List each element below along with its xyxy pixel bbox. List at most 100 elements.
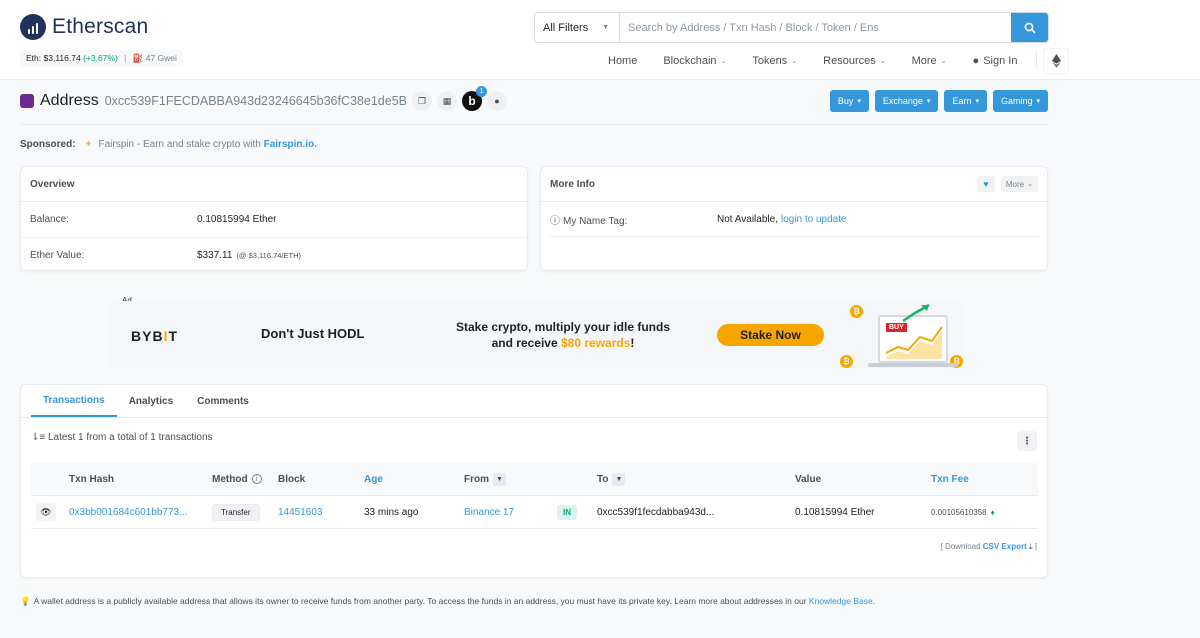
chevron-down-icon: ▾ <box>975 98 979 105</box>
etherscan-logo[interactable]: Etherscan <box>20 14 148 40</box>
table-header: Txn Hash Method i Block Age From ▼ To ▼ Val… <box>31 463 1038 496</box>
tab-analytics[interactable]: Analytics <box>117 385 185 417</box>
to-address: 0xcc539f1fecdabba943d... <box>597 506 715 518</box>
gaming-button[interactable]: Gaming ▾ <box>992 90 1048 112</box>
txn-hash-link[interactable]: 0x3bb001684c601bb773... <box>69 507 187 518</box>
chevron-down-icon: ⌄ <box>791 58 798 65</box>
chevron-down-icon: ▾ <box>857 98 861 105</box>
name-tag-row: ⓘ My Name Tag: Not Available, login to up… <box>549 202 1039 237</box>
chevron-down-icon: ⌄ <box>940 58 947 65</box>
logo-icon <box>20 14 46 40</box>
nav-divider <box>1036 52 1038 70</box>
overview-title: Overview <box>21 167 527 202</box>
laptop-base <box>868 363 958 367</box>
more-info-title: More Info <box>550 178 595 190</box>
address-header: Address 0xcc539F1FECDABBA943d23246645b36… <box>20 86 508 113</box>
search-filter-select[interactable]: All Filters ▼ <box>535 13 620 42</box>
filter-icon[interactable]: ▼ <box>493 472 506 486</box>
lightbulb-icon: 💡 <box>20 596 31 606</box>
bybit-ad-banner[interactable]: BYBIT Don't Just HODL Stake crypto, mult… <box>108 301 964 369</box>
txn-fee-cell: 0.00105610358 <box>931 507 987 517</box>
col-method: Method i <box>212 463 262 495</box>
info-icon: ⓘ <box>550 215 560 227</box>
age-cell: 33 mins ago <box>364 506 419 518</box>
eth-price-change: (+3.67%) <box>83 53 118 63</box>
buy-tag: BUY <box>886 323 907 332</box>
sponsored-banner: Sponsored: ✦ Fairspin - Earn and stake c… <box>20 139 317 150</box>
gift-icon: ✦ <box>84 139 93 150</box>
ether-value-rate: (@ $3,116.74/ETH) <box>236 250 301 260</box>
eye-icon[interactable]: 👁 <box>36 503 56 521</box>
copy-icon[interactable]: ❐ <box>412 91 433 111</box>
more-info-header: More Info ♥ More ⌄ <box>541 167 1047 202</box>
col-block: Block <box>278 473 306 485</box>
eth-price-label: Eth: <box>26 53 42 63</box>
ad-headline: Don't Just HODL <box>261 326 365 341</box>
tab-bar: Transactions Analytics Comments <box>21 385 1047 418</box>
chevron-down-icon: ⌄ <box>879 58 886 65</box>
nav-tokens[interactable]: Tokens ⌄ <box>739 55 810 67</box>
table-row: 👁 0x3bb001684c601bb773... Transfer 14451… <box>31 496 1038 529</box>
knowledge-base-link[interactable]: Knowledge Base <box>809 596 873 606</box>
notification-badge: 1 <box>476 86 488 97</box>
sponsor-name: Fairspin <box>98 139 135 150</box>
direction-badge: IN <box>557 504 577 520</box>
sponsor-link[interactable]: Fairspin.io. <box>264 139 317 150</box>
nav-blockchain[interactable]: Blockchain ⌄ <box>650 55 739 67</box>
stake-now-button[interactable]: Stake Now <box>717 324 824 346</box>
col-age-toggle[interactable]: Age <box>364 463 383 495</box>
tab-comments[interactable]: Comments <box>185 385 261 417</box>
ether-value-row: Ether Value: $337.11 (@ $3,116.74/ETH) <box>21 237 527 272</box>
login-link[interactable]: login to update <box>781 214 847 225</box>
more-options-icon[interactable]: ⋮ <box>1017 431 1037 451</box>
earn-button[interactable]: Earn ▾ <box>944 90 987 112</box>
sponsored-label: Sponsored: <box>20 139 76 150</box>
from-address-link[interactable]: Binance 17 <box>464 507 514 518</box>
block-link[interactable]: 14451603 <box>278 507 323 518</box>
col-txn-hash: Txn Hash <box>69 473 115 485</box>
search-input[interactable] <box>620 13 1011 42</box>
ethereum-icon <box>1051 54 1061 68</box>
chat-icon[interactable]: ● <box>487 91 508 111</box>
more-info-card: More Info ♥ More ⌄ ⓘ My Name Tag: Not Avai… <box>540 166 1048 271</box>
search-bar: All Filters ▼ <box>534 12 1049 43</box>
chevron-down-icon: ▼ <box>602 24 609 31</box>
blockscan-b-icon[interactable]: b1 <box>462 86 488 111</box>
balance-row: Balance: 0.10815994 Ether <box>21 202 527 237</box>
csv-download: [ Download CSV Export ⤓ ] <box>940 542 1037 551</box>
balance-label: Balance: <box>30 214 69 225</box>
chevron-down-icon: ⌄ <box>1027 181 1033 188</box>
nav-home[interactable]: Home <box>595 55 650 67</box>
balance-value: 0.10815994 Ether <box>197 214 277 225</box>
buy-button[interactable]: Buy ▾ <box>829 90 869 112</box>
ad-description: Stake crypto, multiply your idle funds a… <box>455 320 671 350</box>
gas-info-icon[interactable]: ♦ <box>991 508 995 517</box>
more-dropdown-button[interactable]: More ⌄ <box>1000 176 1038 192</box>
nav-more[interactable]: More ⌄ <box>899 55 960 67</box>
gas-price-link[interactable]: 47 Gwei <box>146 53 177 63</box>
nav-resources[interactable]: Resources ⌄ <box>810 55 898 67</box>
exchange-button[interactable]: Exchange ▾ <box>874 90 939 112</box>
ethereum-network-button[interactable] <box>1043 48 1070 74</box>
tab-transactions[interactable]: Transactions <box>31 385 117 417</box>
eth-price-link[interactable]: $3,116.74 <box>44 53 81 63</box>
filter-icon[interactable]: ▼ <box>612 472 626 486</box>
info-icon[interactable]: i <box>251 474 262 484</box>
method-badge: Transfer <box>212 503 260 521</box>
qr-code-icon[interactable]: ▦ <box>437 91 458 111</box>
user-icon: ● <box>972 55 980 67</box>
chevron-down-icon: ▾ <box>1036 98 1040 105</box>
action-buttons: Buy ▾ Exchange ▾ Earn ▾ Gaming ▾ <box>829 90 1048 112</box>
search-button[interactable] <box>1011 13 1048 42</box>
col-txn-fee-toggle[interactable]: Txn Fee <box>931 463 969 495</box>
sort-icon: ⇂≡ <box>31 432 46 443</box>
nav-sign-in[interactable]: ● Sign In <box>960 55 1031 67</box>
divider <box>20 124 1048 125</box>
heart-icon[interactable]: ♥ <box>976 176 995 192</box>
txn-summary: ⇂≡ Latest 1 from a total of 1 transactio… <box>31 432 213 443</box>
col-value: Value <box>795 473 822 485</box>
bitcoin-coin-icon: ₿ <box>850 305 863 318</box>
transactions-card: Transactions Analytics Comments ⇂≡ Lates… <box>20 384 1048 578</box>
gas-icon: ⛽ <box>132 53 144 63</box>
csv-export-link[interactable]: CSV Export <box>983 542 1027 551</box>
